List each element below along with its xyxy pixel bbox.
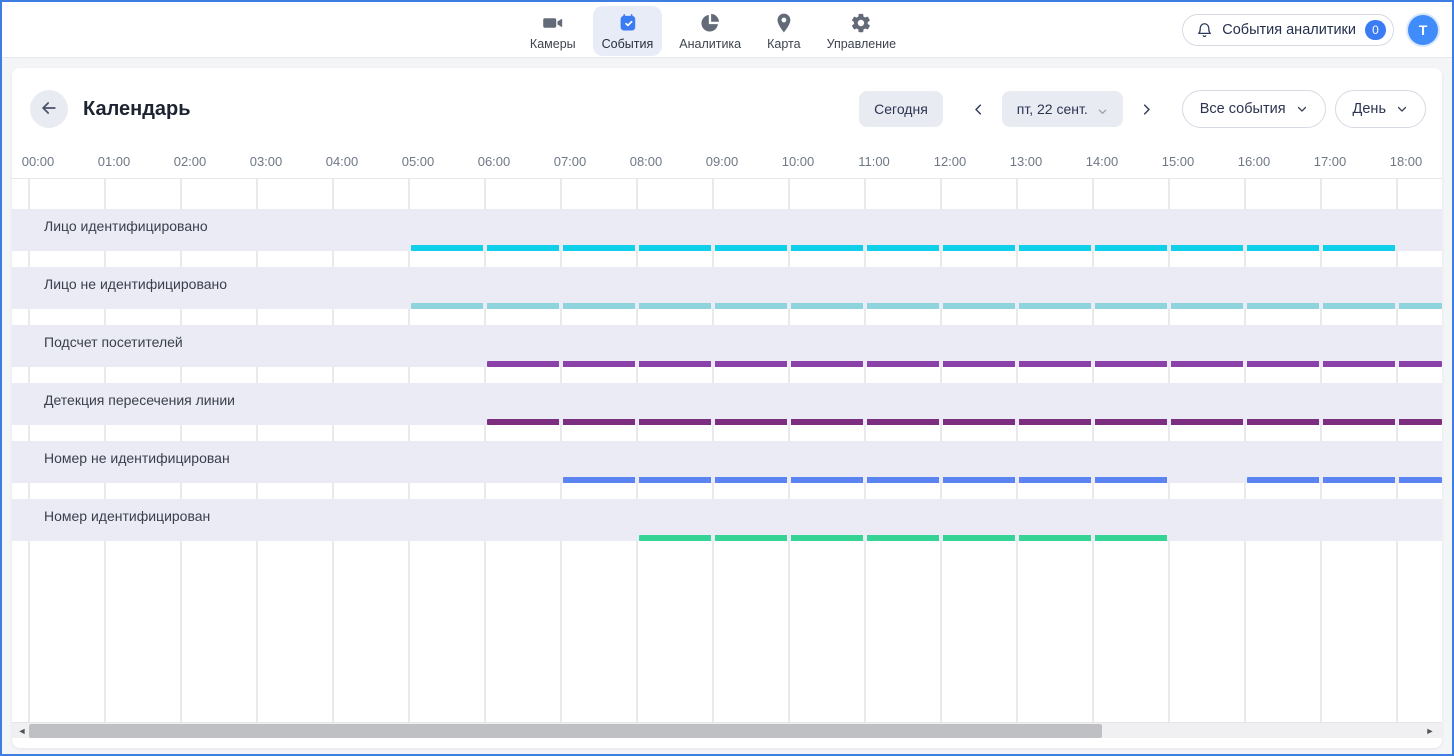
scroll-right-arrow[interactable]: ►	[1422, 723, 1438, 739]
hour-label: 07:00	[554, 154, 587, 169]
events-filter-dropdown[interactable]: Все события	[1182, 90, 1326, 128]
nav-item-label: Аналитика	[679, 37, 741, 51]
nav-item-cameras[interactable]: Камеры	[521, 6, 585, 56]
page-title: Календарь	[83, 98, 191, 121]
hour-label: 02:00	[174, 154, 207, 169]
chevron-down-icon	[1097, 104, 1108, 115]
date-picker-value: пт, 22 сент.	[1017, 101, 1088, 117]
hour-label: 00:00	[22, 154, 55, 169]
hour-label: 03:00	[250, 154, 283, 169]
event-row-label: Подсчет посетителей	[44, 334, 183, 350]
chevron-down-icon	[1296, 103, 1308, 115]
analytics-events-button[interactable]: События аналитики 0	[1182, 14, 1394, 46]
hour-label: 05:00	[402, 154, 435, 169]
nav-item-label: Камеры	[530, 37, 576, 51]
hour-label: 10:00	[782, 154, 815, 169]
event-row: Детекция пересечения линии	[12, 383, 1442, 425]
arrow-left-icon	[39, 98, 59, 121]
calendar-check-icon	[616, 12, 638, 34]
calendar-header: Календарь Сегодня пт, 22 сент. Все событ…	[12, 68, 1442, 140]
timeline: 00:00 01:00 02:00 03:00 04:00 05:00 06:00 07:00…	[12, 68, 1442, 748]
today-button[interactable]: Сегодня	[859, 91, 943, 127]
hour-label: 13:00	[1010, 154, 1043, 169]
grid-strip	[12, 179, 1442, 209]
hour-label: 15:00	[1162, 154, 1195, 169]
nav-item-management[interactable]: Управление	[818, 6, 906, 56]
calendar-card: Календарь Сегодня пт, 22 сент. Все событ…	[12, 68, 1442, 748]
nav-item-analytics[interactable]: Аналитика	[670, 6, 750, 56]
grid-strip	[12, 541, 1442, 722]
event-row-label: Лицо не идентифицировано	[44, 276, 227, 292]
grid-strip	[12, 251, 1442, 267]
camera-icon	[542, 12, 564, 34]
nav-item-label: Карта	[767, 37, 800, 51]
nav-item-map[interactable]: Карта	[758, 6, 809, 56]
horizontal-scrollbar[interactable]: ◄ ►	[12, 722, 1442, 738]
hour-label: 04:00	[326, 154, 359, 169]
event-row-label: Номер не идентифицирован	[44, 450, 230, 466]
event-row: Лицо не идентифицировано	[12, 267, 1442, 309]
view-mode-value: День	[1353, 101, 1386, 117]
event-row: Подсчет посетителей	[12, 325, 1442, 367]
event-row: Номер идентифицирован	[12, 499, 1442, 541]
events-count-badge: 0	[1365, 20, 1386, 40]
hour-label: 12:00	[934, 154, 967, 169]
chevron-down-icon	[1396, 103, 1408, 115]
hour-label: 06:00	[478, 154, 511, 169]
topbar-right: События аналитики 0 T	[1182, 14, 1438, 46]
hour-label: 17:00	[1314, 154, 1347, 169]
hour-label: 14:00	[1086, 154, 1119, 169]
hour-label: 18:00	[1390, 154, 1423, 169]
top-navigation-bar: Камеры События Аналитика Карта Управление Со…	[2, 2, 1452, 58]
grid-strip	[12, 309, 1442, 325]
hour-label: 16:00	[1238, 154, 1271, 169]
hour-label: 09:00	[706, 154, 739, 169]
next-day-button[interactable]	[1135, 98, 1158, 121]
event-row-label: Лицо идентифицировано	[44, 218, 208, 234]
grid-strip	[12, 483, 1442, 499]
grid-strip	[12, 425, 1442, 441]
analytics-events-label: События аналитики	[1222, 22, 1356, 38]
event-row-label: Номер идентифицирован	[44, 508, 210, 524]
nav-item-label: Управление	[827, 37, 897, 51]
nav-item-events[interactable]: События	[593, 6, 663, 56]
hour-label: 11:00	[858, 154, 890, 169]
events-filter-value: Все события	[1200, 101, 1286, 117]
map-pin-icon	[773, 12, 795, 34]
hour-label: 01:00	[98, 154, 131, 169]
grid-strip	[12, 367, 1442, 383]
nav-item-label: События	[602, 37, 654, 51]
event-row-label: Детекция пересечения линии	[44, 392, 235, 408]
pie-chart-icon	[699, 12, 721, 34]
scrollbar-thumb[interactable]	[29, 724, 1102, 738]
app-window: Камеры События Аналитика Карта Управление Со…	[0, 0, 1454, 756]
hour-label: 08:00	[630, 154, 663, 169]
avatar[interactable]: T	[1408, 15, 1438, 45]
main-nav: Камеры События Аналитика Карта Управление	[521, 6, 905, 56]
date-picker[interactable]: пт, 22 сент.	[1002, 91, 1123, 127]
prev-day-button[interactable]	[967, 98, 990, 121]
event-row: Лицо идентифицировано	[12, 209, 1442, 251]
event-row: Номер не идентифицирован	[12, 441, 1442, 483]
view-mode-dropdown[interactable]: День	[1335, 90, 1426, 128]
back-button[interactable]	[30, 90, 68, 128]
bell-icon	[1196, 22, 1213, 39]
scroll-left-arrow[interactable]: ◄	[14, 723, 30, 739]
gear-icon	[850, 12, 872, 34]
